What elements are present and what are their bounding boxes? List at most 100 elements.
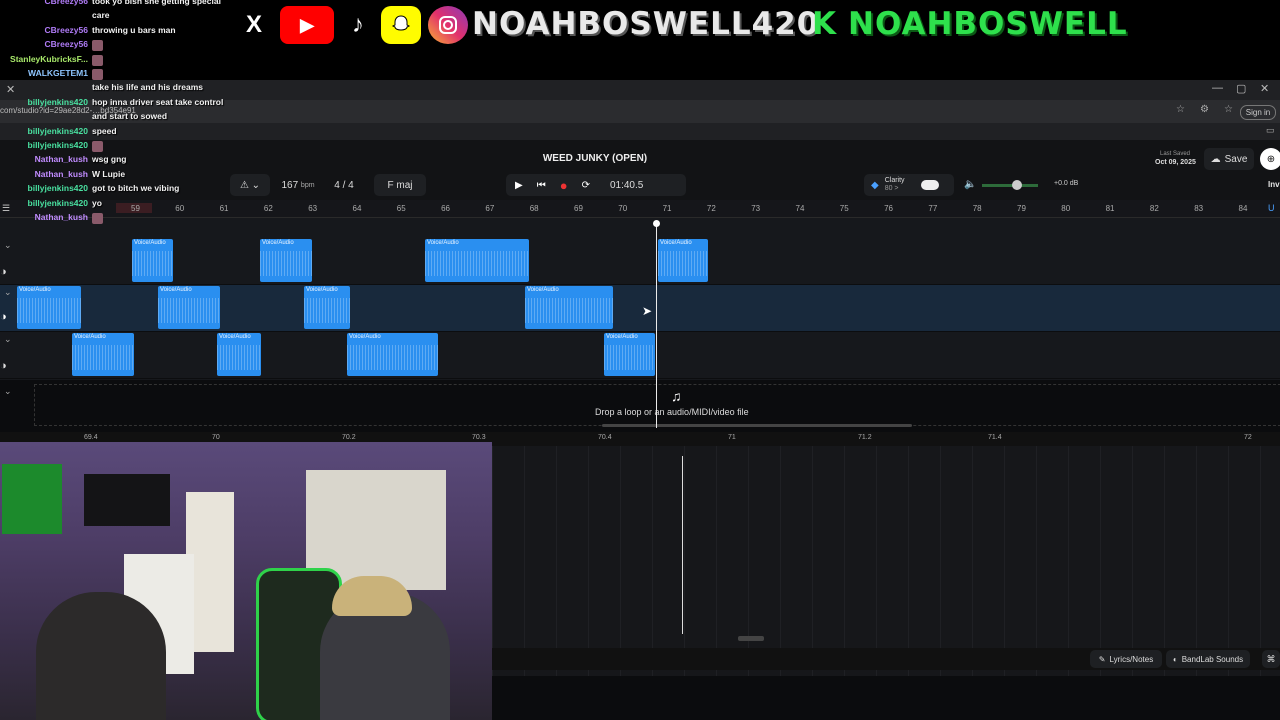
audio-clip[interactable]: Voice/Audio [260,239,312,282]
clip-label: Voice/Audio [306,287,338,293]
chat-username[interactable]: billyjenkins420 [28,97,88,107]
maximize-icon[interactable]: ▢ [1236,82,1246,95]
chat-username[interactable]: CBreezy56 [45,39,88,49]
track-1[interactable]: ⌄ ◑ [0,238,1280,285]
track-knob-icon[interactable]: ◑ [0,360,7,372]
window-close-icon[interactable]: ✕ [1260,82,1269,95]
track-chevron-icon[interactable]: ⌄ [4,287,12,298]
chat-username[interactable]: billyjenkins420 [28,126,88,136]
clip-waveform [347,345,438,370]
track-knob-icon[interactable]: ◑ [0,266,7,278]
audio-clip[interactable]: Voice/Audio [132,239,173,282]
shortcut-button[interactable]: ⌘ [1262,650,1280,668]
clarity-toggle[interactable] [920,180,939,190]
track-chevron-icon[interactable]: ⌄ [4,240,12,251]
track-knob-icon[interactable]: ◑ [0,311,7,323]
chat-message: CBreezy56 throwing u bars man [0,25,240,40]
time-signature[interactable]: 4 / 4 [326,174,362,196]
chat-username[interactable]: billyjenkins420 [28,140,88,150]
chat-text: and start to sowed [92,111,168,122]
chat-text: wsg gng [92,154,127,165]
editor-scroll-handle[interactable] [738,636,764,641]
snapchat-icon [381,6,421,44]
sign-in-button[interactable]: Sign in [1240,105,1276,120]
record-icon[interactable]: ● [560,178,568,193]
person-left [36,592,166,720]
invite-button[interactable]: Inv [1268,180,1280,189]
bookmark-icon[interactable]: ☆ [1224,104,1233,115]
clip-label: Voice/Audio [134,240,166,246]
time-display: 01:40.5 [609,179,644,191]
play-icon[interactable]: ▶ [515,180,523,191]
chat-username[interactable]: WALKGETEM1 [28,68,88,78]
clarity-panel[interactable]: ◆ Clarity 80 > [864,174,954,196]
clip-label: Voice/Audio [606,334,638,340]
editor-ruler-number: 71 [728,434,736,441]
x-logo-icon: X [245,11,262,38]
project-title[interactable]: WEED JUNKY (OPEN) [510,153,680,164]
loop-icon[interactable]: ⟳ [582,180,590,191]
clip-editor[interactable] [492,446,1280,676]
chat-username[interactable]: CBreezy56 [45,25,88,35]
audio-clip[interactable]: Voice/Audio [525,286,613,329]
lyrics-notes-button[interactable]: ✎ Lyrics/Notes [1090,650,1162,668]
chat-username[interactable]: Nathan_kush [35,212,88,222]
chat-message: StanleyKubricksF... [0,54,240,69]
minimize-icon[interactable]: — [1212,82,1223,94]
audio-clip[interactable]: Voice/Audio [604,333,655,376]
clip-waveform [217,345,261,370]
playhead-handle[interactable] [653,220,660,227]
chat-username[interactable]: billyjenkins420 [28,183,88,193]
star-icon[interactable]: ☆ [1176,104,1185,115]
volume-knob[interactable] [1012,180,1022,190]
bandlab-sounds-button[interactable]: ◐ BandLab Sounds [1166,650,1250,668]
clip-label: Voice/Audio [74,334,106,340]
chat-username[interactable]: billyjenkins420 [28,198,88,208]
tempo-display[interactable]: 167 bpm [276,174,320,196]
chat-text: hop inna driver seat take control [92,96,224,107]
chat-username[interactable]: Nathan_kush [35,154,88,164]
audio-clip[interactable]: Voice/Audio [217,333,261,376]
clip-waveform [17,298,81,323]
editor-ruler-number: 69.4 [84,434,98,441]
chat-username[interactable]: StanleyKubricksF... [10,54,88,64]
audio-clip[interactable]: Voice/Audio [347,333,438,376]
track-chevron-icon[interactable]: ⌄ [4,334,12,345]
key-selector[interactable]: F maj [374,174,426,196]
editor-playhead[interactable] [682,456,683,634]
chat-message: billyjenkins420 got to bitch we vibing [0,183,240,198]
chat-message: and start to sowed [0,111,240,126]
chat-message: billyjenkins420 yo [0,198,240,213]
ruler-bar-number: 64 [352,204,362,213]
chat-username[interactable]: Nathan_kush [35,169,88,179]
audio-clip[interactable]: Voice/Audio [658,239,708,282]
ruler-bar-number: 68 [529,204,539,213]
folder-icon[interactable]: ▭ [1266,125,1275,136]
chat-message: WALKGETEM1 [0,68,240,83]
rewind-icon[interactable]: ⏮ [537,180,546,191]
volume-icon[interactable]: 🔈 [964,179,976,190]
audio-clip[interactable]: Voice/Audio [17,286,81,329]
audio-clip[interactable]: Voice/Audio [72,333,134,376]
horizontal-scrollbar[interactable] [602,424,912,427]
globe-button[interactable]: ⊕ [1260,148,1280,170]
extensions-icon[interactable]: ⚙ [1200,104,1209,115]
audio-clip[interactable]: Voice/Audio [304,286,350,329]
ruler-bar-number: 62 [263,204,273,213]
playhead[interactable] [656,222,657,428]
audio-clip[interactable]: Voice/Audio [425,239,529,282]
gain-value: +0.0 dB [1054,180,1079,187]
chat-text: took yo bish she getting special [92,0,221,6]
drop-zone[interactable]: ♫ Drop a loop or an audio/MIDI/video fil… [34,384,1280,426]
emote-icon [92,213,103,224]
chat-username[interactable]: CBreezy56 [45,0,88,6]
track-chevron-icon[interactable]: ⌄ [4,386,12,397]
chat-message: CBreezy56 took yo bish she getting specia… [0,0,240,11]
clarity-label: Clarity [884,177,905,184]
volume-slider[interactable] [982,180,1038,190]
snap-icon[interactable]: U [1268,203,1275,213]
save-button[interactable]: ☁ Save [1204,148,1254,170]
ruler-bar-number: 80 [1061,204,1071,213]
audio-clip[interactable]: Voice/Audio [158,286,220,329]
editor-ruler-number: 70.4 [598,434,612,441]
